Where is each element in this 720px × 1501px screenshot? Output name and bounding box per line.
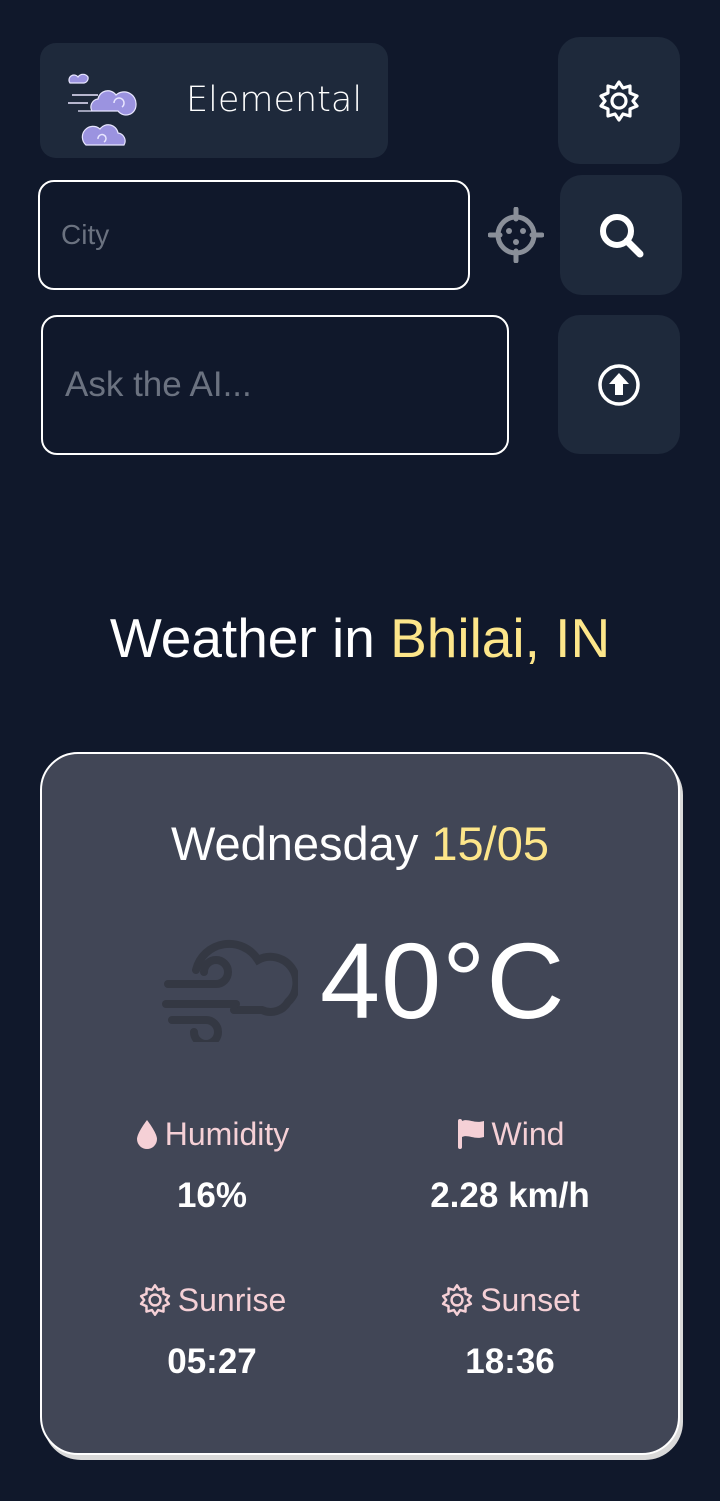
wind-label: Wind [491,1115,565,1152]
arrow-up-circle-icon [598,363,640,406]
gear-icon [599,79,639,122]
sun-icon [442,1284,473,1316]
droplet-icon [136,1120,157,1149]
flag-icon [457,1119,484,1149]
sun-icon [139,1284,170,1316]
sunrise-stat: Sunrise 05:27 [62,1278,362,1382]
sunset-stat: Sunset 18:36 [360,1278,660,1382]
sunrise-value: 05:27 [167,1342,257,1381]
search-button[interactable] [560,175,682,295]
send-prompt-button[interactable] [558,315,680,454]
brand-header: Elemental [40,43,388,158]
humidity-value: 16% [176,1176,248,1215]
cloud-logo-icon [68,73,137,146]
city-search-input[interactable] [38,180,470,290]
forecast-date: Wednesday 15/05 [42,814,678,874]
wind-stat: Wind 2.28 km/h [360,1112,660,1216]
app-name: Elemental [186,80,363,120]
heading-prefix: Weather in [109,607,375,669]
settings-button[interactable] [558,37,680,164]
wind-cloud-icon [162,939,298,1042]
temperature: 40°C [320,920,566,1041]
wind-value: 2.28 km/h [430,1176,590,1215]
humidity-label: Humidity [164,1115,290,1152]
search-icon [600,214,644,258]
forecast-day: Wednesday [170,817,419,870]
humidity-stat: Humidity 16% [62,1112,362,1216]
forecast-date-value: 15/05 [431,817,550,870]
locate-button[interactable] [487,206,545,264]
sunset-label: Sunset [480,1281,580,1318]
forecast-card: Wednesday 15/05 40°C Humidity 16% Wind 2 [40,752,680,1455]
crosshair-icon [487,206,545,264]
sunset-value: 18:36 [465,1342,555,1381]
ai-prompt-input[interactable] [41,315,509,455]
location-name: Bhilai, IN [390,607,611,669]
sunrise-label: Sunrise [177,1281,287,1318]
location-heading: Weather in Bhilai, IN [0,600,720,676]
